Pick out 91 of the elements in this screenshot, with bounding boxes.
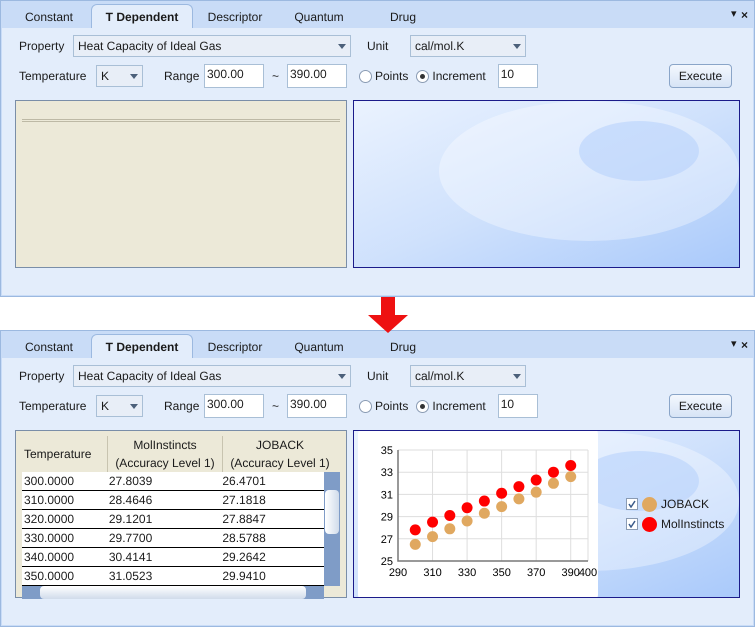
y-tick-label: 31 (380, 488, 393, 501)
x-tick-label: 390 (562, 566, 580, 578)
radio-button[interactable] (359, 400, 372, 412)
x-tick-label: 370 (527, 566, 546, 578)
property-label: Property (19, 368, 66, 385)
x-tick-label: 330 (458, 566, 476, 578)
range-label: Range (164, 398, 200, 415)
range-label: Range (164, 68, 200, 85)
caret-icon (338, 374, 346, 378)
table-cell-text: 29.9410 (221, 568, 267, 585)
x-tick-label: 290 (388, 566, 408, 578)
vertical-scrollbar[interactable] (324, 472, 340, 586)
table-cell-text: 310.0000 (23, 492, 76, 509)
menu-glyph[interactable]: ▾ (730, 6, 737, 23)
caret-icon (513, 374, 521, 378)
y-tick-label: 35 (380, 444, 393, 456)
range-separator: ~ (270, 68, 280, 85)
legend-checkbox[interactable] (626, 498, 638, 510)
temperature-label: Temperature (19, 398, 88, 415)
temperature-label: Temperature (19, 68, 88, 85)
tab[interactable]: Constant (7, 336, 91, 358)
dropdown[interactable]: Heat Capacity of Ideal Gas (73, 35, 351, 57)
radio-label: Points (375, 68, 408, 85)
caret-icon (130, 404, 138, 408)
close-glyph[interactable]: × (740, 6, 748, 24)
radio-label: Increment (432, 68, 486, 85)
table-cell-text: 320.0000 (23, 511, 76, 528)
tab[interactable]: Constant (7, 6, 91, 28)
down-arrow-icon (368, 297, 408, 333)
legend-label: MolInstincts (661, 516, 724, 533)
range-from-field[interactable]: 300.00 (204, 394, 264, 418)
radio-label: Increment (432, 398, 486, 415)
tab[interactable]: Quantum (277, 6, 361, 28)
table-cell-text: 300.0000 (23, 473, 76, 490)
caret-icon (338, 44, 346, 48)
x-tick-label: 310 (423, 566, 442, 578)
table-cell-text: 29.1201 (108, 511, 154, 528)
table-cell-text: 350.0000 (23, 568, 76, 585)
dropdown[interactable]: Heat Capacity of Ideal Gas (73, 365, 351, 387)
execute-button[interactable]: Execute (669, 64, 732, 88)
tab[interactable]: Descriptor (193, 336, 277, 358)
radio-button[interactable] (416, 70, 430, 82)
table-cell-text: 30.4141 (108, 549, 154, 566)
table-cell-text: 31.0523 (108, 568, 154, 585)
unit-label: Unit (367, 38, 390, 55)
column-header[interactable]: Temperature (22, 436, 107, 472)
horizontal-scrollbar[interactable] (22, 586, 324, 599)
table-cell-text: 28.4646 (108, 492, 154, 509)
tab[interactable]: Drug (361, 6, 445, 28)
menu-glyph[interactable]: ▾ (730, 336, 737, 353)
close-glyph[interactable]: × (740, 336, 748, 354)
x-tick-label: 400 (578, 566, 598, 578)
table-cell-text: 27.8847 (221, 511, 267, 528)
radio-button[interactable] (359, 70, 372, 82)
table-cell-text: 27.1818 (221, 492, 267, 509)
tab[interactable]: T Dependent (91, 4, 193, 28)
caret-icon (130, 74, 138, 78)
dropdown[interactable]: cal/mol.K (410, 35, 526, 57)
range-to-field[interactable]: 390.00 (287, 394, 347, 418)
tab[interactable]: Descriptor (193, 6, 277, 28)
unit-label: Unit (367, 368, 390, 385)
legend-checkbox[interactable] (626, 518, 638, 530)
table-cell-text: 340.0000 (23, 549, 76, 566)
range-from-field[interactable]: 300.00 (204, 64, 264, 88)
table-cell-text: 28.5788 (221, 530, 267, 547)
radio-button[interactable] (416, 400, 430, 412)
caret-icon (513, 44, 521, 48)
table-cell-text: 29.2642 (221, 549, 267, 566)
range-separator: ~ (270, 398, 280, 415)
table-cell-text: 29.7700 (108, 530, 154, 547)
tab[interactable]: Quantum (277, 336, 361, 358)
tab[interactable]: Drug (361, 336, 445, 358)
legend-label: JOBACK (661, 496, 710, 513)
tab[interactable]: T Dependent (91, 334, 193, 358)
x-tick-label: 350 (492, 566, 511, 578)
y-tick-label: 29 (380, 511, 393, 524)
radio-label: Points (375, 398, 408, 415)
y-tick-label: 27 (380, 533, 393, 546)
y-tick-label: 25 (380, 556, 393, 568)
table-cell-text: 27.8039 (108, 473, 154, 490)
y-tick-label: 33 (380, 466, 393, 479)
range-to-field[interactable]: 390.00 (287, 64, 347, 88)
dropdown[interactable]: K (96, 65, 143, 87)
execute-button[interactable]: Execute (669, 394, 732, 418)
increment-field[interactable]: 10 (498, 394, 538, 418)
property-label: Property (19, 38, 66, 55)
dropdown[interactable]: K (96, 395, 143, 417)
table-cell-text: 26.4701 (221, 473, 267, 490)
dropdown[interactable]: cal/mol.K (410, 365, 526, 387)
increment-field[interactable]: 10 (498, 64, 538, 88)
table-cell-text: 330.0000 (23, 530, 76, 547)
